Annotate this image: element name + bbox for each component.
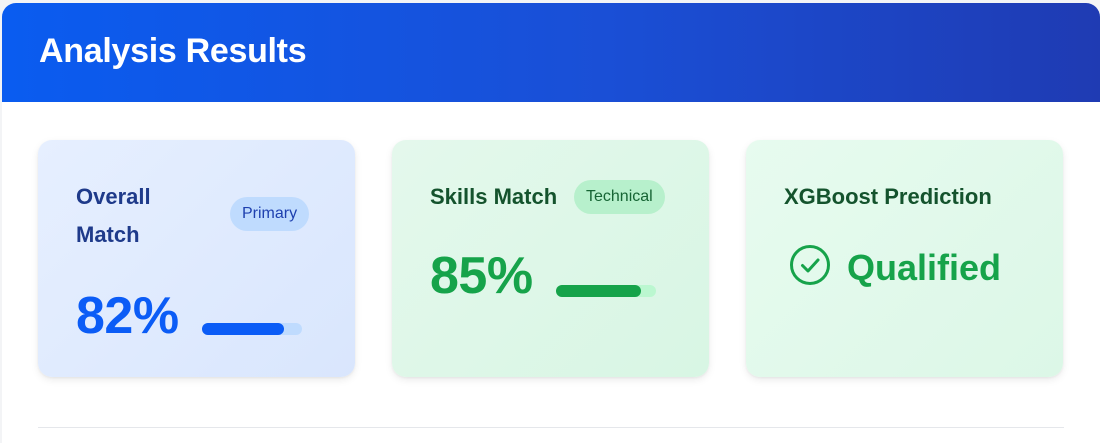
primary-badge: Primary (230, 197, 310, 231)
overall-match-card: Overall Match Primary 82% (38, 140, 355, 377)
technical-badge: Technical (574, 180, 665, 214)
skills-match-card: Skills Match Technical 85% (392, 140, 709, 377)
overall-match-progress-fill (202, 323, 284, 335)
page-title: Analysis Results (39, 32, 307, 70)
skills-match-progress-bar (556, 285, 656, 297)
skills-match-title: Skills Match (430, 184, 558, 209)
overall-match-title: Overall Match (76, 184, 151, 247)
overall-match-progress-bar (202, 323, 302, 335)
overall-match-value: 82% (76, 287, 179, 345)
prediction-status: Qualified (788, 243, 1001, 292)
panel-header: Analysis Results (2, 3, 1100, 102)
skills-match-value: 85% (430, 247, 533, 305)
analysis-results-panel: Analysis Results Overall Match Primary 8… (2, 3, 1100, 443)
xgboost-prediction-title: XGBoost Prediction (784, 184, 992, 209)
xgboost-prediction-card: XGBoost Prediction Qualified (746, 140, 1063, 377)
check-circle-icon (788, 243, 832, 292)
skills-match-progress-fill (556, 285, 641, 297)
prediction-status-text: Qualified (847, 246, 1002, 288)
